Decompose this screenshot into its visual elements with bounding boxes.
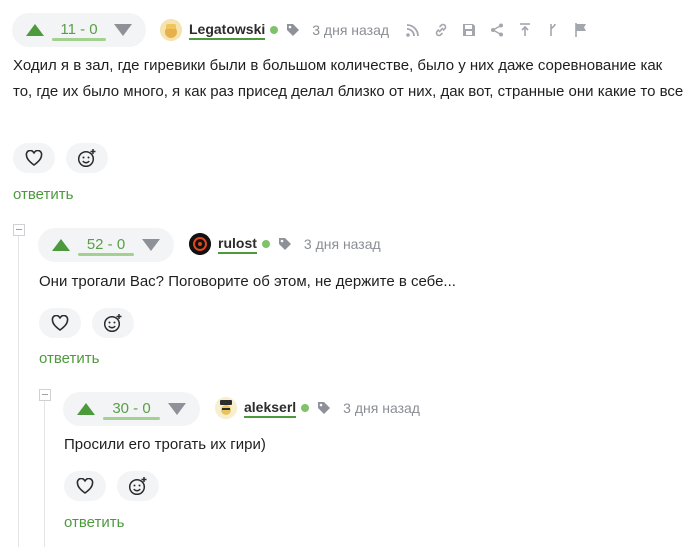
thread-line[interactable]: [44, 395, 45, 547]
author-row: alekserl 3 дня назад: [215, 396, 436, 420]
like-button[interactable]: [39, 308, 81, 338]
like-button[interactable]: [13, 143, 55, 173]
rating-bar: [52, 38, 106, 41]
branch-up-icon[interactable]: [517, 22, 533, 38]
rss-icon[interactable]: [405, 22, 421, 38]
vote-box: 30 - 0: [63, 392, 200, 426]
author-name[interactable]: Legatowski: [189, 21, 266, 40]
score: 30 - 0: [95, 392, 168, 426]
reaction-button[interactable]: [66, 143, 108, 173]
score: 11 - 0: [44, 13, 114, 47]
online-indicator: [301, 404, 310, 412]
flag-icon[interactable]: [573, 22, 589, 38]
collapse-toggle[interactable]: [39, 389, 51, 401]
heart-icon: [51, 315, 69, 331]
downvote-icon[interactable]: [142, 239, 160, 251]
vote-box: 52 - 0: [38, 228, 174, 262]
author-name[interactable]: alekserl: [244, 399, 297, 418]
reply-link[interactable]: ответить: [64, 514, 124, 531]
tag-icon[interactable]: [317, 401, 331, 415]
rating-bar: [78, 253, 134, 256]
emoji-add-icon: [77, 149, 96, 168]
reply-link[interactable]: ответить: [13, 186, 73, 203]
upvote-icon[interactable]: [77, 403, 95, 415]
tag-icon[interactable]: [278, 237, 292, 251]
downvote-icon[interactable]: [168, 403, 186, 415]
author-row: rulost 3 дня назад: [189, 232, 397, 256]
like-button[interactable]: [64, 471, 106, 501]
online-indicator: [270, 26, 279, 34]
rating-bar: [103, 417, 160, 420]
score: 52 - 0: [70, 228, 142, 262]
comment-date[interactable]: 3 дня назад: [312, 22, 389, 38]
heart-icon: [76, 478, 94, 494]
comment-date[interactable]: 3 дня назад: [304, 236, 381, 252]
author-row: Legatowski 3 дня назад: [160, 18, 601, 42]
tag-icon[interactable]: [286, 23, 300, 37]
share-icon[interactable]: [489, 22, 505, 38]
avatar[interactable]: [189, 233, 211, 255]
collapse-toggle[interactable]: [13, 224, 25, 236]
branch-icon[interactable]: [545, 22, 561, 38]
vote-box: 11 - 0: [12, 13, 146, 47]
thread-line[interactable]: [18, 230, 19, 547]
emoji-add-icon: [103, 314, 122, 333]
link-icon[interactable]: [433, 22, 449, 38]
downvote-icon[interactable]: [114, 24, 132, 36]
avatar[interactable]: [160, 19, 182, 41]
reply-link[interactable]: ответить: [39, 350, 99, 367]
save-icon[interactable]: [461, 22, 477, 38]
reaction-button[interactable]: [92, 308, 134, 338]
comment-text: Они трогали Вас? Поговорите об этом, не …: [39, 273, 456, 290]
heart-icon: [25, 150, 43, 166]
reaction-button[interactable]: [117, 471, 159, 501]
author-name[interactable]: rulost: [218, 235, 257, 254]
comment-text: Просили его трогать их гири): [64, 436, 266, 453]
upvote-icon[interactable]: [26, 24, 44, 36]
avatar[interactable]: [215, 397, 237, 419]
upvote-icon[interactable]: [52, 239, 70, 251]
comment-text: Ходил я в зал, где гиревики были в больш…: [13, 57, 684, 100]
emoji-add-icon: [128, 477, 147, 496]
comment-date[interactable]: 3 дня назад: [343, 400, 420, 416]
online-indicator: [261, 240, 270, 248]
